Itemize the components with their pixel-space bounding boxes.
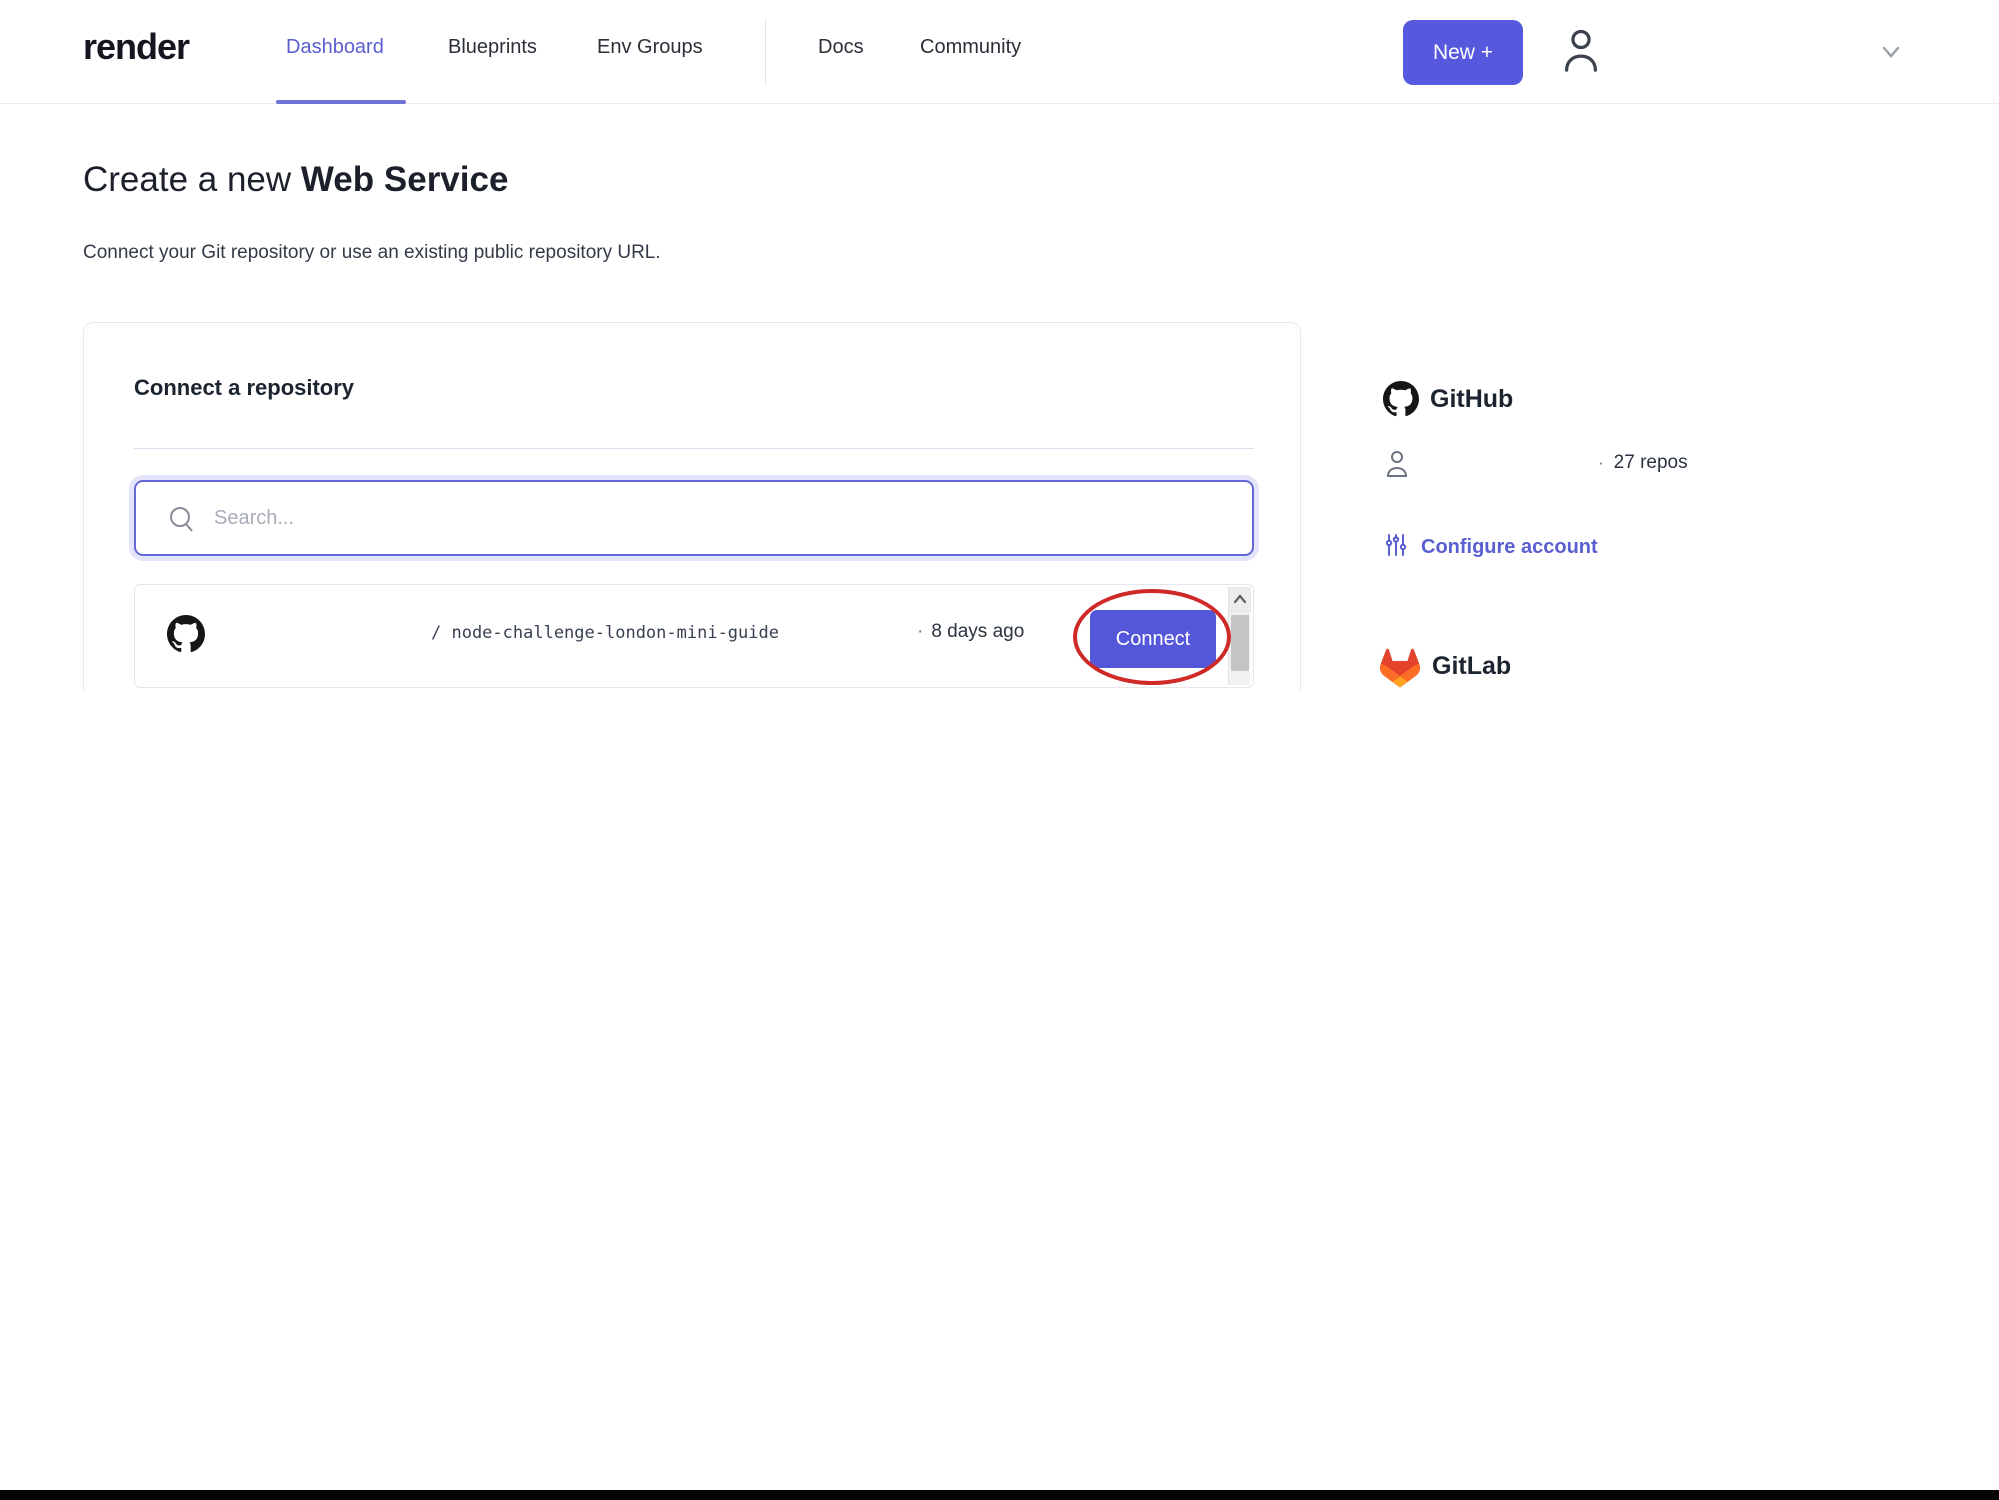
page-title-regular: Create a new bbox=[83, 160, 301, 199]
render-create-web-service-page: render Dashboard Blueprints Env Groups D… bbox=[0, 0, 1999, 1500]
repo-list-scrollbar[interactable] bbox=[1228, 587, 1251, 685]
user-avatar-button[interactable] bbox=[1556, 22, 1606, 82]
repo-search-box bbox=[134, 480, 1254, 556]
connect-repository-card: Connect a repository / node-challenge-lo bbox=[83, 322, 1301, 690]
card-divider bbox=[134, 448, 1254, 449]
chevron-up-icon bbox=[1233, 591, 1247, 609]
nav-item-community[interactable]: Community bbox=[920, 36, 1021, 59]
repo-path: / node-challenge-london-mini-guide bbox=[431, 623, 779, 643]
github-section-title: GitHub bbox=[1430, 385, 1514, 413]
nav-item-blueprints[interactable]: Blueprints bbox=[448, 36, 537, 59]
page-subtitle: Connect your Git repository or use an ex… bbox=[83, 242, 661, 263]
sliders-icon bbox=[1385, 533, 1407, 562]
repo-updated-text: 8 days ago bbox=[931, 621, 1025, 642]
account-name-redacted bbox=[1420, 452, 1590, 476]
bottom-black-bar bbox=[0, 1490, 1999, 1500]
configure-account-link[interactable]: Configure account bbox=[1385, 533, 1598, 562]
bullet-separator: · bbox=[1598, 453, 1604, 472]
search-input[interactable] bbox=[214, 484, 1234, 552]
repo-updated: · 8 days ago bbox=[917, 621, 1024, 643]
nav-item-env-groups[interactable]: Env Groups bbox=[597, 36, 703, 59]
page-title-bold: Web Service bbox=[300, 160, 509, 199]
repository-list: / node-challenge-london-mini-guide · 8 da… bbox=[134, 584, 1254, 688]
gitlab-icon bbox=[1379, 648, 1421, 688]
github-icon bbox=[1383, 381, 1419, 417]
user-icon bbox=[1558, 29, 1604, 82]
nav-item-dashboard[interactable]: Dashboard bbox=[286, 36, 384, 59]
scroll-up-button[interactable] bbox=[1229, 587, 1251, 613]
configure-account-label: Configure account bbox=[1421, 536, 1598, 558]
repo-owner-redacted bbox=[227, 623, 427, 647]
top-navigation-bar: render Dashboard Blueprints Env Groups D… bbox=[0, 0, 1999, 104]
gitlab-section-title: GitLab bbox=[1432, 652, 1512, 680]
active-tab-underline bbox=[276, 100, 406, 104]
scrollbar-thumb[interactable] bbox=[1231, 615, 1249, 671]
render-logo[interactable]: render bbox=[83, 26, 190, 68]
page-title: Create a new Web Service bbox=[83, 160, 508, 200]
bullet-separator: · bbox=[917, 621, 924, 642]
nav-item-docs[interactable]: Docs bbox=[818, 36, 864, 59]
chevron-down-icon[interactable] bbox=[1876, 40, 1906, 64]
github-icon bbox=[167, 615, 205, 653]
repository-row[interactable]: / node-challenge-london-mini-guide · 8 da… bbox=[135, 585, 1253, 687]
account-person-icon bbox=[1385, 449, 1409, 479]
repo-count: · 27 repos bbox=[1598, 452, 1688, 474]
new-button[interactable]: New + bbox=[1403, 20, 1523, 85]
card-heading: Connect a repository bbox=[134, 375, 355, 400]
repo-count-text: 27 repos bbox=[1613, 452, 1688, 473]
connect-button[interactable]: Connect bbox=[1090, 610, 1216, 668]
nav-divider bbox=[765, 18, 766, 86]
search-icon bbox=[166, 504, 198, 536]
